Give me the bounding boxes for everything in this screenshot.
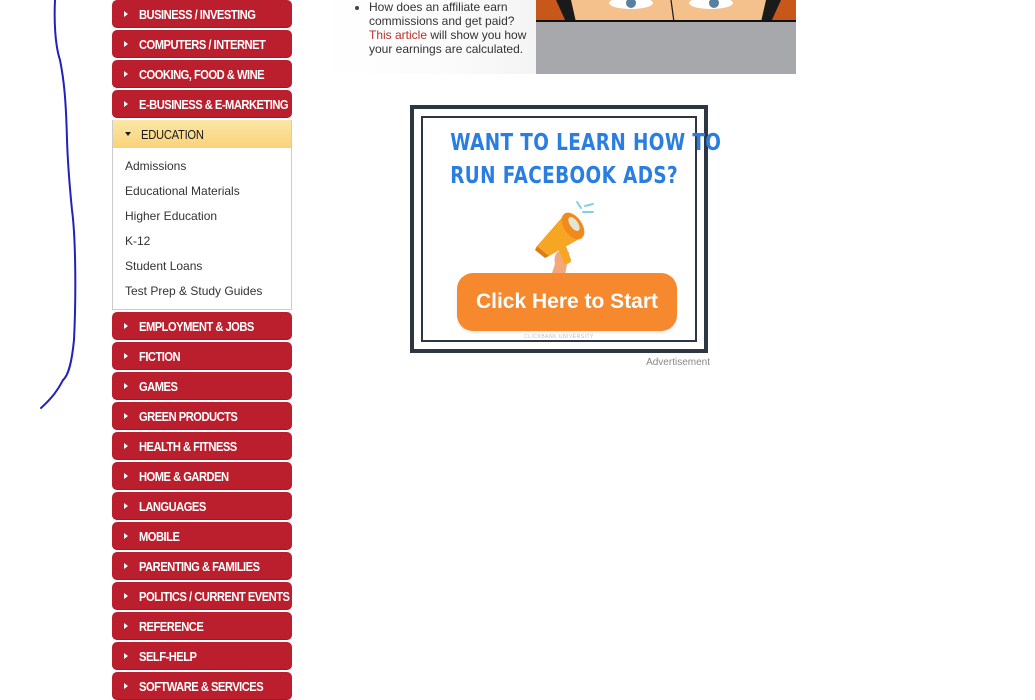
category-self-help[interactable]: SELF-HELP: [112, 642, 292, 670]
caret-right-icon: [124, 413, 128, 419]
click-here-to-start-button[interactable]: Click Here to Start: [457, 273, 677, 331]
article-bullet-text: How does an affiliate earn commissions a…: [369, 0, 534, 56]
caret-right-icon: [124, 473, 128, 479]
caret-right-icon: [124, 593, 128, 599]
caret-right-icon: [124, 323, 128, 329]
category-mobile[interactable]: MOBILE: [112, 522, 292, 550]
caret-right-icon: [124, 623, 128, 629]
ad-brand-text: CLICKBANK UNIVERSITY: [524, 334, 594, 340]
caret-right-icon: [124, 443, 128, 449]
category-business-investing[interactable]: BUSINESS / INVESTING: [112, 0, 292, 28]
education-submenu: Admissions Educational Materials Higher …: [112, 148, 292, 310]
article-text-before: How does an affiliate earn commissions a…: [369, 0, 515, 28]
category-employment-jobs[interactable]: EMPLOYMENT & JOBS: [112, 312, 292, 340]
caret-right-icon: [124, 653, 128, 659]
subcategory-educational-materials[interactable]: Educational Materials: [125, 184, 240, 198]
caret-right-icon: [124, 383, 128, 389]
bullet-icon: [355, 6, 359, 10]
subcategory-k12[interactable]: K-12: [125, 234, 150, 248]
category-cooking-food-wine[interactable]: COOKING, FOOD & WINE: [112, 60, 292, 88]
caret-right-icon: [124, 41, 128, 47]
ad-inner-frame: WANT TO LEARN HOW TO RUN FACEBOOK ADS? C…: [421, 116, 722, 342]
caret-right-icon: [124, 503, 128, 509]
ad-title-line-2: RUN FACEBOOK ADS?: [450, 163, 679, 189]
advertisement-label: Advertisement: [646, 357, 710, 368]
category-fiction[interactable]: FICTION: [112, 342, 292, 370]
subcategory-test-prep[interactable]: Test Prep & Study Guides: [125, 284, 262, 298]
cartoon-face-image: [536, 0, 796, 74]
article-snippet: How does an affiliate earn commissions a…: [322, 0, 536, 74]
category-games[interactable]: GAMES: [112, 372, 292, 400]
article-link[interactable]: This article: [369, 28, 427, 42]
category-languages[interactable]: LANGUAGES: [112, 492, 292, 520]
category-ebusiness-emarketing[interactable]: E-BUSINESS & E-MARKETING: [112, 90, 292, 118]
subcategory-admissions[interactable]: Admissions: [125, 159, 186, 173]
category-parenting-families[interactable]: PARENTING & FAMILIES: [112, 552, 292, 580]
category-computers-internet[interactable]: COMPUTERS / INTERNET: [112, 30, 292, 58]
category-politics-current-events[interactable]: POLITICS / CURRENT EVENTS: [112, 582, 292, 610]
caret-right-icon: [124, 353, 128, 359]
category-education[interactable]: EDUCATION: [112, 120, 292, 148]
pen-annotation-stroke: [40, 0, 77, 409]
caret-right-icon: [124, 563, 128, 569]
category-home-garden[interactable]: HOME & GARDEN: [112, 462, 292, 490]
caret-right-icon: [124, 533, 128, 539]
caret-right-icon: [124, 11, 128, 17]
comic-illustration: [536, 0, 796, 74]
caret-right-icon: [124, 71, 128, 77]
caret-right-icon: [124, 101, 128, 107]
caret-down-icon: [125, 132, 131, 136]
facebook-ads-advertisement[interactable]: WANT TO LEARN HOW TO RUN FACEBOOK ADS? C…: [410, 105, 722, 353]
megaphone-icon: [535, 201, 594, 276]
category-green-products[interactable]: GREEN PRODUCTS: [112, 402, 292, 430]
caret-right-icon: [124, 683, 128, 689]
category-reference[interactable]: REFERENCE: [112, 612, 292, 640]
category-health-fitness[interactable]: HEALTH & FITNESS: [112, 432, 292, 460]
subcategory-student-loans[interactable]: Student Loans: [125, 259, 202, 273]
subcategory-higher-education[interactable]: Higher Education: [125, 209, 217, 223]
category-software-services[interactable]: SOFTWARE & SERVICES: [112, 672, 292, 700]
ad-title-line-1: WANT TO LEARN HOW TO: [450, 130, 722, 156]
